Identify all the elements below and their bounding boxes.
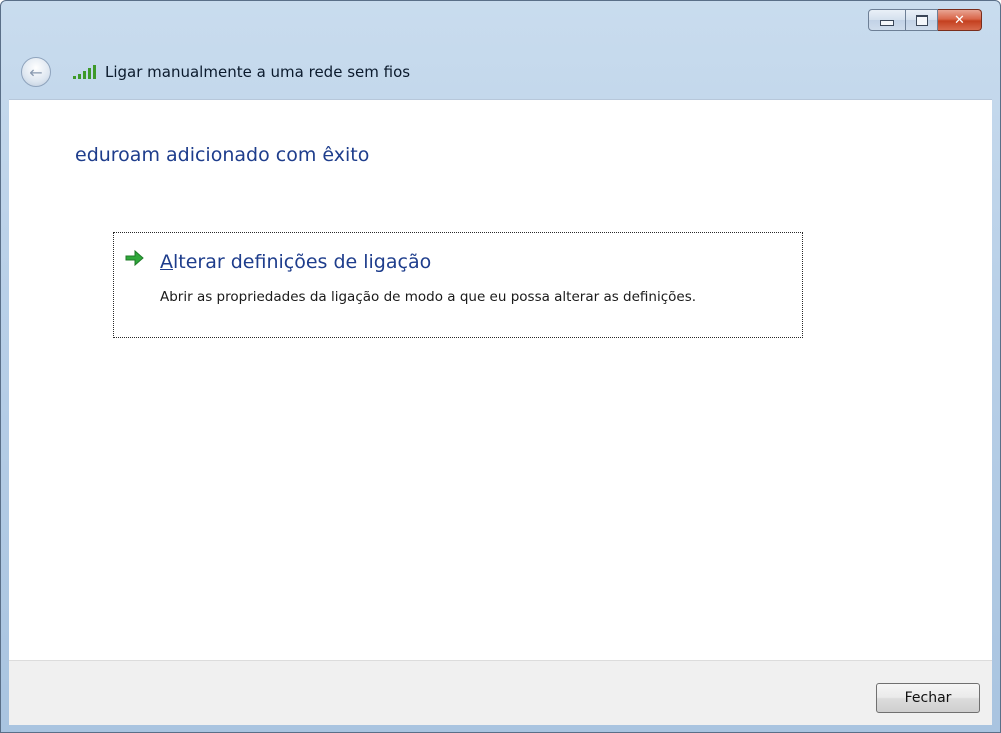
close-window-button[interactable]: ✕ [938, 9, 982, 31]
close-button[interactable]: Fechar [876, 683, 980, 713]
change-connection-settings-link[interactable]: Alterar definições de ligação Abrir as p… [113, 232, 803, 338]
maximize-icon [915, 14, 928, 26]
command-link-accel: A [160, 251, 173, 273]
wireless-signal-icon [73, 65, 97, 79]
dialog-window: ✕ ← Ligar manualmente a uma rede sem fio… [0, 0, 1001, 733]
green-arrow-icon [125, 249, 144, 267]
minimize-icon [880, 20, 894, 26]
content-area: eduroam adicionado com êxito Alterar def… [9, 99, 992, 660]
caption-buttons: ✕ [868, 9, 982, 31]
back-arrow-icon: ← [29, 62, 43, 82]
wizard-header: ← Ligar manualmente a uma rede sem fios [21, 57, 410, 87]
command-link-title: Alterar definições de ligação [160, 251, 431, 273]
page-title: eduroam adicionado com êxito [75, 144, 370, 166]
footer-bar: Fechar [9, 660, 992, 725]
wizard-title: Ligar manualmente a uma rede sem fios [105, 63, 411, 81]
close-x-icon: ✕ [954, 12, 965, 28]
minimize-button[interactable] [868, 9, 906, 31]
maximize-button[interactable] [906, 9, 938, 31]
command-link-description: Abrir as propriedades da ligação de modo… [160, 289, 697, 305]
command-link-title-rest: lterar definições de ligação [173, 251, 432, 273]
back-button[interactable]: ← [21, 57, 51, 87]
